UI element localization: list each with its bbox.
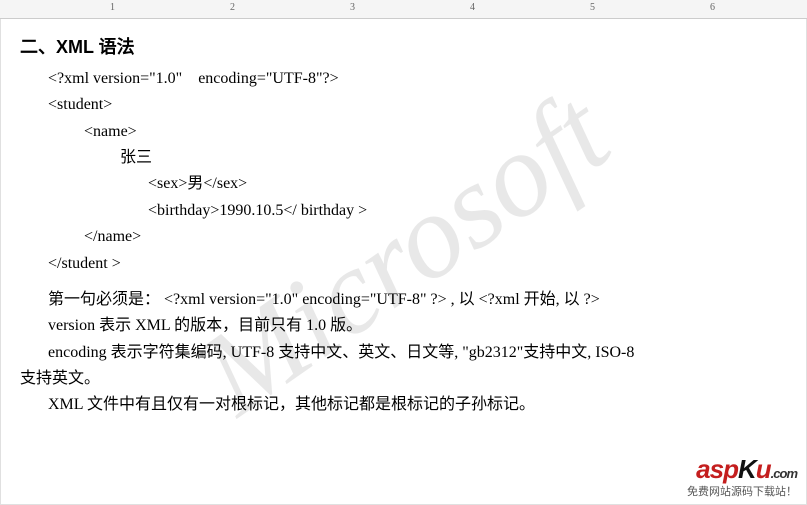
text-line: encoding 表示字符集编码, UTF-8 支持中文、英文、日文等, "gb… [20,340,787,366]
ruler: 1 2 3 4 5 6 [0,0,807,19]
logo-part: .com [771,466,797,481]
logo-text: aspKu.com [687,454,797,485]
logo-part: K [738,454,756,484]
ruler-tick: 5 [590,2,595,13]
ruler-tick: 1 [110,2,115,13]
ruler-tick: 2 [230,2,235,13]
page-content: 二、XML 语法 <?xml version="1.0" encoding="U… [0,19,807,419]
ruler-tick: 3 [350,2,355,13]
ruler-tick: 6 [710,2,715,13]
text-line: XML 文件中有且仅有一对根标记，其他标记都是根标记的子孙标记。 [20,392,787,418]
code-line: <name> [48,119,787,145]
code-line: </student > [48,251,787,277]
text-line: 第一句必须是： <?xml version="1.0" encoding="UT… [20,287,787,313]
site-logo: aspKu.com 免费网站源码下载站！ [687,454,797,499]
xml-code-block: <?xml version="1.0" encoding="UTF-8"?> <… [48,66,787,277]
code-line: <sex>男</sex> [48,171,787,197]
logo-part: u [756,454,771,484]
code-line: <student> [48,92,787,118]
code-line: <birthday>1990.10.5</ birthday > [48,198,787,224]
text-line: version 表示 XML 的版本，目前只有 1.0 版。 [20,313,787,339]
section-heading: 二、XML 语法 [20,33,787,62]
code-line: </name> [48,224,787,250]
ruler-tick: 4 [470,2,475,13]
logo-part: asp [696,454,738,484]
code-line: <?xml version="1.0" encoding="UTF-8"?> [48,66,787,92]
paragraph-1: 第一句必须是： <?xml version="1.0" encoding="UT… [20,287,787,419]
logo-subtitle: 免费网站源码下载站！ [687,483,797,499]
text-line: 支持英文。 [20,366,787,392]
code-line: 张三 [48,145,787,171]
